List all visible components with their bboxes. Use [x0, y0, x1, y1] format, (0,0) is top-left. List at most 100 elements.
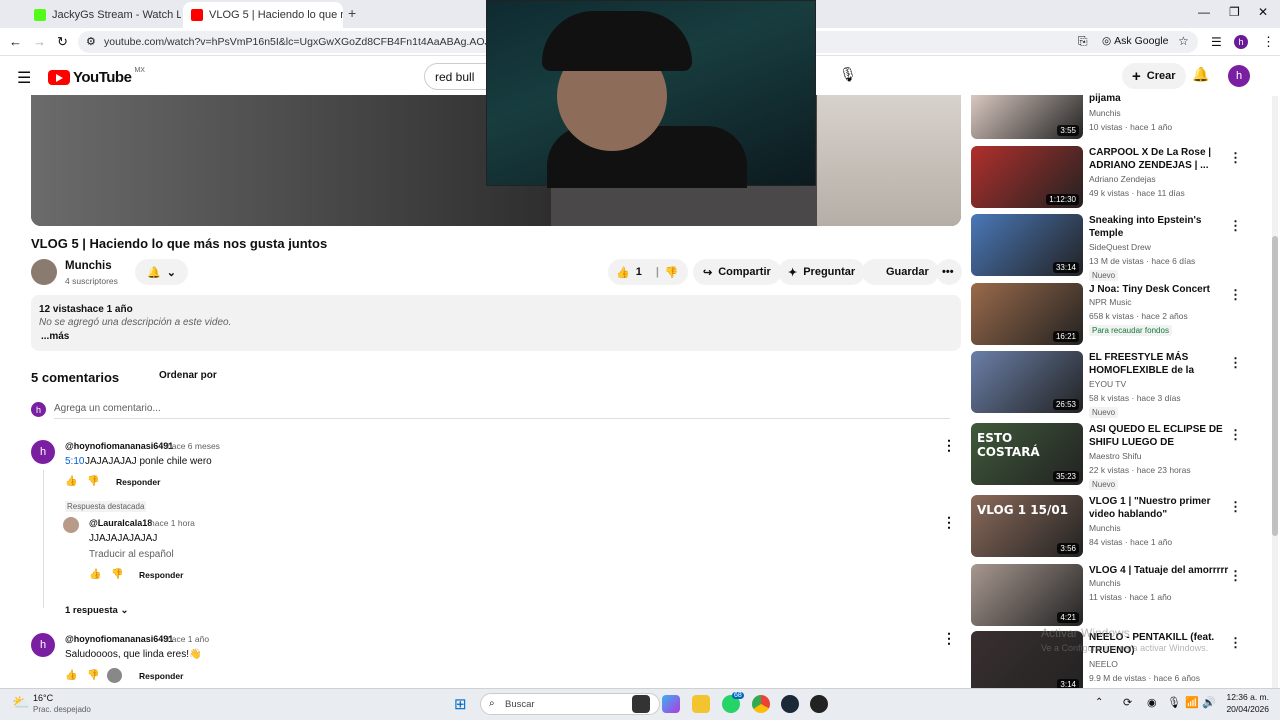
- recommended-menu-icon[interactable]: ⋮: [1229, 427, 1242, 443]
- channel-name[interactable]: Munchis: [65, 260, 112, 272]
- reply-time[interactable]: hace 1 hora: [150, 518, 195, 528]
- thumbs-up-icon[interactable]: 👍: [65, 476, 77, 487]
- recommended-video[interactable]: 26:53 EL FREESTYLE MÁS HOMOFLEXIBLE de la…: [971, 351, 1271, 418]
- recommended-channel[interactable]: NPR Music: [1089, 297, 1132, 307]
- channel-avatar[interactable]: [31, 259, 57, 285]
- file-explorer-icon[interactable]: [692, 695, 710, 713]
- browser-profile-avatar[interactable]: h: [1234, 35, 1248, 49]
- youtube-profile-avatar[interactable]: h: [1228, 65, 1250, 87]
- thumbs-down-icon[interactable]: 👎: [87, 670, 99, 681]
- thumbs-up-icon[interactable]: 👍: [65, 670, 77, 681]
- reply-button[interactable]: Responder: [139, 570, 183, 580]
- comment-menu-icon[interactable]: ⋮: [942, 437, 956, 454]
- comment-menu-icon[interactable]: ⋮: [942, 630, 956, 647]
- recommended-menu-icon[interactable]: ⋮: [1229, 287, 1242, 303]
- close-window-icon[interactable]: ✕: [1258, 5, 1268, 19]
- comment-author[interactable]: @hoynofiomananasi6491: [65, 634, 173, 644]
- reply-button[interactable]: Responder: [139, 671, 183, 681]
- steam-icon[interactable]: [781, 695, 799, 713]
- volume-icon[interactable]: 🔊: [1202, 696, 1216, 709]
- video-thumbnail[interactable]: VLOG 1 15/01 3:56: [971, 495, 1083, 557]
- site-info-icon[interactable]: ⚙: [86, 35, 96, 48]
- recommended-menu-icon[interactable]: ⋮: [1229, 635, 1242, 651]
- reload-icon[interactable]: ↻: [57, 34, 68, 50]
- bookmark-star-icon[interactable]: ☆: [1178, 34, 1189, 48]
- recommended-menu-icon[interactable]: ⋮: [1229, 355, 1242, 371]
- reply-avatar[interactable]: [63, 517, 79, 533]
- add-comment-input[interactable]: Agrega un comentario...: [54, 403, 161, 414]
- dislike-button[interactable]: 👎: [665, 266, 679, 279]
- more-actions-button[interactable]: •••: [936, 259, 962, 285]
- windows-start-icon[interactable]: ⊞: [454, 695, 472, 713]
- thumbs-up-icon[interactable]: 👍: [89, 569, 101, 580]
- like-button[interactable]: 👍 1: [616, 266, 642, 279]
- comment-avatar[interactable]: h: [31, 440, 55, 464]
- recommended-channel[interactable]: Adriano Zendejas: [1089, 174, 1156, 184]
- youtube-logo[interactable]: YouTube MX: [48, 67, 145, 86]
- clock-date[interactable]: 20/04/2026: [1219, 704, 1269, 714]
- tray-chevron-icon[interactable]: ⌃: [1095, 697, 1103, 708]
- picture-in-picture-stream[interactable]: [486, 0, 816, 188]
- ask-button[interactable]: ✦ Preguntar: [778, 259, 866, 285]
- recommended-video-title[interactable]: J Noa: Tiny Desk Concert: [1089, 283, 1229, 296]
- recommended-video[interactable]: 4:21 VLOG 4 | Tatuaje del amorrrrr Munchis…: [971, 564, 1271, 628]
- recommended-video-title[interactable]: Sneaking into Epstein's Temple: [1089, 214, 1229, 240]
- recommended-menu-icon[interactable]: ⋮: [1229, 150, 1242, 166]
- recommended-channel[interactable]: NEELO: [1089, 659, 1118, 669]
- notifications-bell-icon[interactable]: 🔔: [1192, 66, 1209, 83]
- recommended-video-title[interactable]: CARPOOL X De La Rose | ADRIANO ZENDEJAS …: [1089, 146, 1229, 172]
- obs-icon[interactable]: [810, 695, 828, 713]
- thumbs-down-icon[interactable]: 👎: [111, 569, 123, 580]
- video-thumbnail[interactable]: 1:12:30: [971, 146, 1083, 208]
- video-thumbnail[interactable]: 26:53: [971, 351, 1083, 413]
- video-thumbnail[interactable]: 33:14: [971, 214, 1083, 276]
- recommended-channel[interactable]: SideQuest Drew: [1089, 242, 1151, 252]
- recommended-video-title[interactable]: VLOG 4 | Tatuaje del amorrrrr: [1089, 564, 1229, 577]
- sync-icon[interactable]: ⟳: [1123, 696, 1132, 709]
- recommended-video[interactable]: 33:14 Sneaking into Epstein's Temple SideQ…: [971, 214, 1271, 281]
- subscription-bell-button[interactable]: 🔔 ⌄: [135, 259, 188, 285]
- recommended-menu-icon[interactable]: ⋮: [1229, 499, 1242, 515]
- recommended-video-title[interactable]: ASI QUEDO EL ECLIPSE DE SHIFU LUEGO DE I…: [1089, 423, 1229, 449]
- video-thumbnail[interactable]: 3:55: [971, 95, 1083, 139]
- recommended-video[interactable]: 16:21 J Noa: Tiny Desk Concert NPR Music 65…: [971, 283, 1271, 347]
- ask-google-button[interactable]: ◎ Ask Google: [1102, 35, 1168, 47]
- voice-search-mic-icon[interactable]: 🎙: [838, 66, 858, 86]
- clock-time[interactable]: 12:36 a. m.: [1219, 692, 1269, 702]
- save-button[interactable]: Guardar: [862, 259, 939, 285]
- recommended-video[interactable]: ESTO COSTARÁ 35:23 ASI QUEDO EL ECLIPSE DE…: [971, 423, 1271, 490]
- description-box[interactable]: 12 vistas hace 1 año No se agregó una de…: [31, 295, 961, 351]
- recommended-channel[interactable]: Munchis: [1089, 523, 1121, 533]
- recommended-channel[interactable]: EYOU TV: [1089, 379, 1126, 389]
- page-scrollbar-thumb[interactable]: [1272, 236, 1278, 536]
- weather-temp[interactable]: 16°C: [33, 693, 53, 703]
- new-tab-button[interactable]: +: [348, 5, 356, 21]
- recommended-menu-icon[interactable]: ⋮: [1229, 218, 1242, 234]
- reply-menu-icon[interactable]: ⋮: [942, 514, 956, 531]
- minimize-window-icon[interactable]: —: [1198, 5, 1210, 19]
- chrome-icon[interactable]: [752, 695, 770, 713]
- recommended-video-title[interactable]: pijama: [1089, 92, 1229, 105]
- video-thumbnail[interactable]: 4:21: [971, 564, 1083, 626]
- translate-link[interactable]: Traducir al español: [89, 549, 174, 560]
- tab-vlog5[interactable]: VLOG 5 | Haciendo lo que más 🔊 ✕: [183, 2, 343, 28]
- recommended-video-title[interactable]: EL FREESTYLE MÁS HOMOFLEXIBLE de la HIST…: [1089, 351, 1229, 377]
- video-thumbnail[interactable]: 3:14: [971, 631, 1083, 693]
- network-icon[interactable]: ◉: [1147, 696, 1157, 709]
- browser-menu-icon[interactable]: ⋮: [1262, 34, 1275, 50]
- create-button[interactable]: + Crear: [1122, 63, 1186, 89]
- microphone-icon[interactable]: 🎙: [1167, 696, 1181, 709]
- show-more-link[interactable]: ...más: [41, 331, 69, 342]
- comment-time[interactable]: hace 1 año: [167, 634, 209, 644]
- comment-avatar[interactable]: h: [31, 633, 55, 657]
- recommended-video[interactable]: VLOG 1 15/01 3:56 VLOG 1 | "Nuestro primer…: [971, 495, 1271, 559]
- recommended-channel[interactable]: Maestro Shifu: [1089, 451, 1141, 461]
- install-app-icon[interactable]: ⎘: [1078, 34, 1088, 49]
- page-scrollbar-track[interactable]: [1272, 96, 1278, 688]
- forward-icon[interactable]: →: [33, 34, 46, 49]
- share-button[interactable]: ↪ Compartir: [693, 259, 781, 285]
- hamburger-menu-icon[interactable]: ☰: [17, 68, 31, 88]
- copilot-icon[interactable]: [662, 695, 680, 713]
- recommended-channel[interactable]: Munchis: [1089, 108, 1121, 118]
- video-thumbnail[interactable]: 16:21: [971, 283, 1083, 345]
